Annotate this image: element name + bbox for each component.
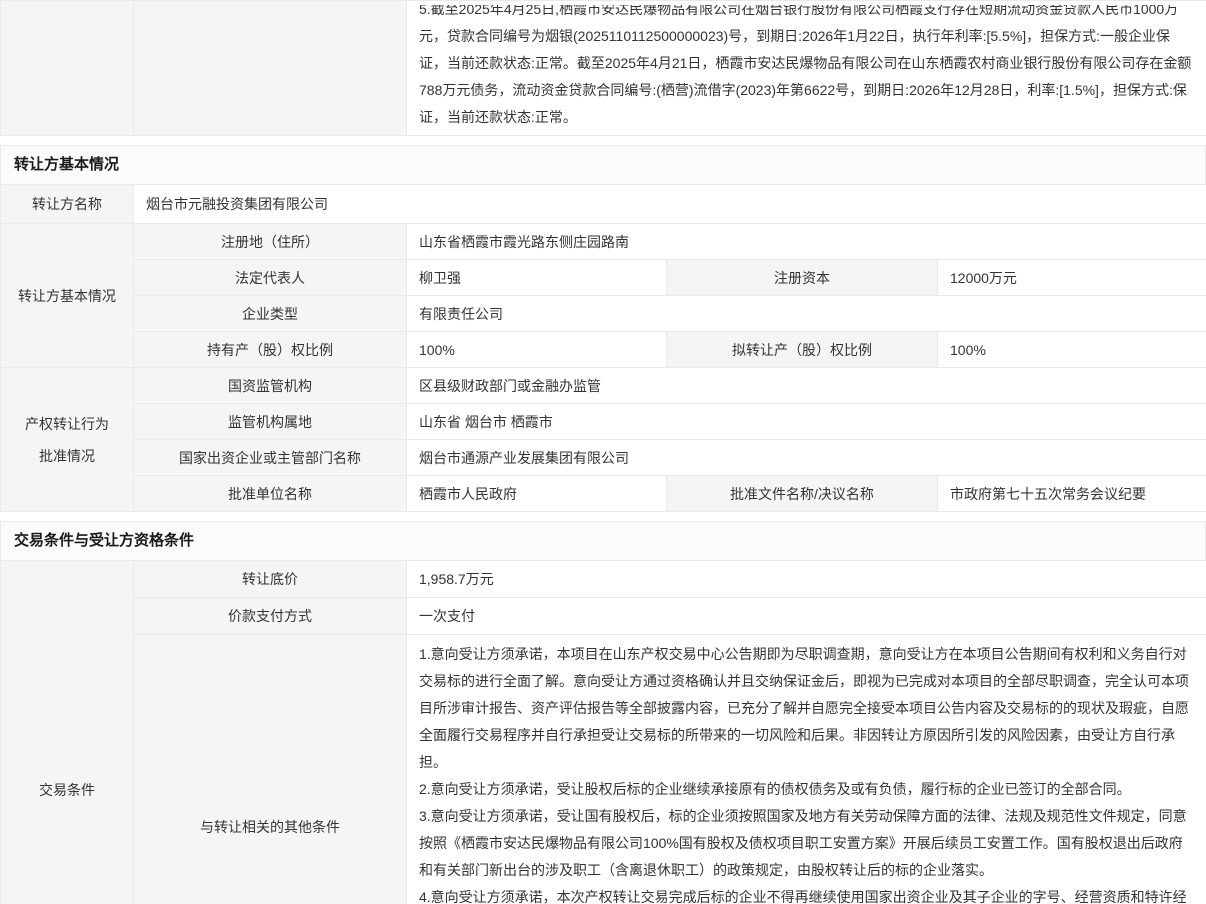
holding-ratio-label: 持有产（股）权比例 bbox=[134, 332, 407, 368]
conditions-table: 交易条件 转让底价 1,958.7万元 价款支付方式 一次支付 与转让相关的其他… bbox=[0, 560, 1206, 904]
loan-status-paragraph: 5.截至2025年4月25日,栖霞市安达民爆物品有限公司在烟台银行股份有限公司栖… bbox=[419, 5, 1194, 131]
loan-disclosure-table: 5.截至2025年4月25日,栖霞市安达民爆物品有限公司在烟台银行股份有限公司栖… bbox=[0, 0, 1206, 136]
reg-address-value: 山东省栖霞市霞光路东侧庄园路南 bbox=[407, 224, 1206, 260]
payment-method-label: 价款支付方式 bbox=[134, 598, 407, 635]
approval-unit-value: 栖霞市人民政府 bbox=[407, 476, 667, 512]
regulator-label: 国资监管机构 bbox=[134, 368, 407, 404]
loan-status-clip: 5.截至2025年4月25日,栖霞市安达民爆物品有限公司在烟台银行股份有限公司栖… bbox=[419, 5, 1194, 131]
state-investor-label: 国家出资企业或主管部门名称 bbox=[134, 440, 407, 476]
table-row: 监管机构属地 山东省 烟台市 栖霞市 bbox=[1, 404, 1206, 440]
enterprise-type-value: 有限责任公司 bbox=[407, 296, 1206, 332]
table-row: 转让方基本情况 注册地（住所） 山东省栖霞市霞光路东侧庄园路南 bbox=[1, 224, 1206, 260]
section-gap bbox=[0, 512, 1206, 521]
table-row: 价款支付方式 一次支付 bbox=[1, 598, 1206, 635]
transferor-basic-group-label: 转让方基本情况 bbox=[1, 224, 134, 368]
enterprise-type-label: 企业类型 bbox=[134, 296, 407, 332]
table-row: 持有产（股）权比例 100% 拟转让产（股）权比例 100% bbox=[1, 332, 1206, 368]
conditions-group-label: 交易条件 bbox=[1, 561, 134, 904]
regulator-region-label: 监管机构属地 bbox=[134, 404, 407, 440]
payment-method-value: 一次支付 bbox=[407, 598, 1206, 635]
transfer-ratio-label: 拟转让产（股）权比例 bbox=[667, 332, 938, 368]
table-row: 交易条件 转让底价 1,958.7万元 bbox=[1, 561, 1206, 598]
table-row: 转让方名称 烟台市元融投资集团有限公司 bbox=[1, 185, 1206, 224]
section-gap bbox=[0, 136, 1206, 145]
table-row: 企业类型 有限责任公司 bbox=[1, 296, 1206, 332]
other-conditions-cell: 1.意向受让方须承诺，本项目在山东产权交易中心公告期即为尽职调查期，意向受让方在… bbox=[407, 635, 1206, 904]
cut-sublabel-cell bbox=[134, 1, 407, 136]
approval-doc-value: 市政府第七十五次常务会议纪要 bbox=[938, 476, 1206, 512]
table-row: 批准单位名称 栖霞市人民政府 批准文件名称/决议名称 市政府第七十五次常务会议纪… bbox=[1, 476, 1206, 512]
cut-group-label-cell bbox=[1, 1, 134, 136]
floor-price-value: 1,958.7万元 bbox=[407, 561, 1206, 598]
legal-rep-value: 柳卫强 bbox=[407, 260, 667, 296]
floor-price-label: 转让底价 bbox=[134, 561, 407, 598]
holding-ratio-value: 100% bbox=[407, 332, 667, 368]
section-header-transferor: 转让方基本情况 bbox=[0, 145, 1206, 184]
condition-paragraph: 3.意向受让方须承诺，受让国有股权后，标的企业须按照国家及地方有关劳动保障方面的… bbox=[419, 803, 1194, 884]
approval-doc-label: 批准文件名称/决议名称 bbox=[667, 476, 938, 512]
legal-rep-label: 法定代表人 bbox=[134, 260, 407, 296]
regulator-region-value: 山东省 烟台市 栖霞市 bbox=[407, 404, 1206, 440]
regulator-value: 区县级财政部门或金融办监管 bbox=[407, 368, 1206, 404]
condition-paragraph: 4.意向受让方须承诺，本次产权转让交易完成后标的企业不得再继续使用国家出资企业及… bbox=[419, 884, 1194, 904]
condition-paragraph: 2.意向受让方须承诺，受让股权后标的企业继续承接原有的债权债务及或有负债，履行标… bbox=[419, 776, 1194, 803]
reg-capital-value: 12000万元 bbox=[938, 260, 1206, 296]
reg-capital-label: 注册资本 bbox=[667, 260, 938, 296]
table-row: 国家出资企业或主管部门名称 烟台市通源产业发展集团有限公司 bbox=[1, 440, 1206, 476]
transfer-ratio-value: 100% bbox=[938, 332, 1206, 368]
approval-group-label: 产权转让行为 批准情况 bbox=[1, 368, 134, 512]
reg-address-label: 注册地（住所） bbox=[134, 224, 407, 260]
transferor-table: 转让方名称 烟台市元融投资集团有限公司 转让方基本情况 注册地（住所） 山东省栖… bbox=[0, 184, 1206, 512]
condition-paragraph: 1.意向受让方须承诺，本项目在山东产权交易中心公告期即为尽职调查期，意向受让方在… bbox=[419, 641, 1194, 776]
state-investor-value: 烟台市通源产业发展集团有限公司 bbox=[407, 440, 1206, 476]
table-row: 法定代表人 柳卫强 注册资本 12000万元 bbox=[1, 260, 1206, 296]
transferor-name-label: 转让方名称 bbox=[1, 185, 134, 224]
transferor-name-value: 烟台市元融投资集团有限公司 bbox=[134, 185, 1206, 224]
other-conditions-text: 1.意向受让方须承诺，本项目在山东产权交易中心公告期即为尽职调查期，意向受让方在… bbox=[419, 639, 1194, 904]
section-header-conditions: 交易条件与受让方资格条件 bbox=[0, 521, 1206, 560]
other-conditions-label: 与转让相关的其他条件 bbox=[134, 635, 407, 904]
approval-unit-label: 批准单位名称 bbox=[134, 476, 407, 512]
loan-status-cell: 5.截至2025年4月25日,栖霞市安达民爆物品有限公司在烟台银行股份有限公司栖… bbox=[407, 1, 1206, 136]
table-row: 与转让相关的其他条件 1.意向受让方须承诺，本项目在山东产权交易中心公告期即为尽… bbox=[1, 635, 1206, 904]
table-row: 产权转让行为 批准情况 国资监管机构 区县级财政部门或金融办监管 bbox=[1, 368, 1206, 404]
